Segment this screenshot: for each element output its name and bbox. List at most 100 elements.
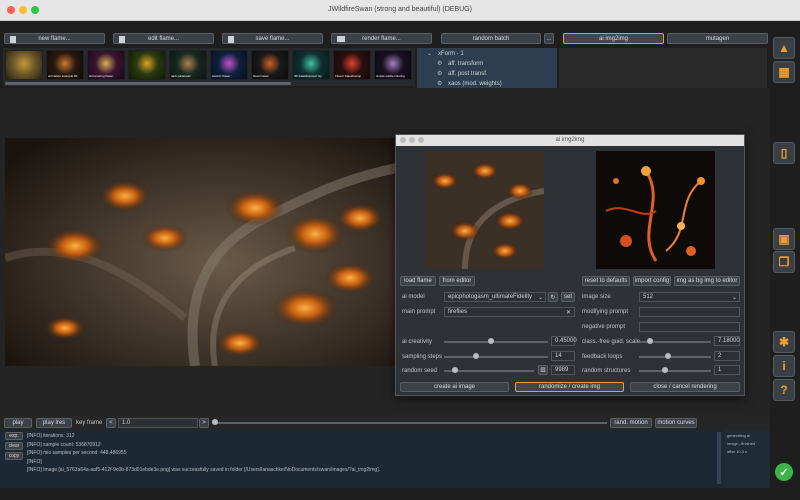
random-structures-label: random structures	[582, 368, 631, 374]
copy-log-button[interactable]: copy	[5, 452, 23, 460]
ai-img2img-button[interactable]: ai img2img	[563, 33, 664, 44]
random-structures-value[interactable]: 1	[714, 365, 740, 375]
image-folder-icon[interactable]: ▣	[773, 228, 795, 250]
random-seed-slider[interactable]	[444, 367, 534, 373]
randomize-create-button[interactable]: randomize / create img	[515, 382, 624, 392]
tree-item[interactable]: ⚙ aff. transform	[437, 60, 483, 67]
random-structures-knob[interactable]	[662, 367, 668, 373]
source-image	[425, 151, 544, 269]
thumbnail-label: dark paramatic	[171, 74, 191, 78]
from-editor-button[interactable]: from editor	[439, 276, 475, 286]
next-keyframe-button[interactable]: >	[199, 418, 209, 428]
prev-keyframe-button[interactable]: <	[106, 418, 116, 428]
motion-curves-button[interactable]: motion curves	[655, 418, 697, 428]
img-as-bg-button[interactable]: img as bg img to editor	[674, 276, 740, 286]
sampling-steps-label: sampling steps	[402, 354, 443, 360]
sampling-steps-value[interactable]: 14	[551, 351, 575, 361]
dialog-title-bar: ai img2img	[396, 135, 744, 146]
cfg-scale-knob[interactable]	[647, 338, 653, 344]
feedback-loops-knob[interactable]	[665, 353, 671, 359]
ai-creativity-knob[interactable]	[488, 338, 494, 344]
help-icon[interactable]: ?	[773, 379, 795, 401]
tree-item[interactable]: ⚙ xaos (mod. weights)	[437, 80, 502, 87]
modifying-prompt-input[interactable]	[639, 307, 740, 317]
gameboy-icon[interactable]: ▯	[773, 142, 795, 164]
gear-icon[interactable]: ✱	[773, 331, 795, 353]
cfg-scale-value[interactable]: 7.18000	[714, 336, 740, 346]
dice-button[interactable]: ⚄	[538, 365, 548, 375]
feedback-loops-slider[interactable]	[639, 353, 711, 359]
import-config-button[interactable]: import config	[633, 276, 671, 286]
window-title: JWildfireSwan (strong and beautiful) (DE…	[328, 6, 472, 13]
ai-model-label: ai model	[402, 294, 425, 300]
sampling-steps-knob[interactable]	[473, 353, 479, 359]
random-seed-value[interactable]: 9989	[551, 365, 575, 375]
generated-image	[596, 151, 715, 269]
ai-creativity-value[interactable]: 0.45000	[551, 336, 577, 346]
grid-icon[interactable]: ▦	[773, 61, 795, 83]
keyframe-slider[interactable]	[212, 419, 607, 425]
transform-icon: ⚙	[437, 61, 443, 67]
tree-item[interactable]: ⚙ aff. post transf.	[437, 70, 488, 77]
keyframe-input[interactable]: 1.0	[118, 418, 198, 428]
random-structures-slider[interactable]	[639, 367, 711, 373]
set-model-button[interactable]: set	[561, 292, 575, 302]
ai-creativity-slider[interactable]	[444, 338, 548, 344]
flame-icon[interactable]: ▲	[773, 37, 795, 59]
refresh-models-button[interactable]: ↻	[548, 292, 558, 302]
status-line: generating ai	[727, 433, 751, 438]
create-ai-image-button[interactable]: create ai image	[400, 382, 509, 392]
ai-model-select[interactable]: epicphotogasm_ultimateFidelity ⌄	[444, 292, 546, 302]
random-batch-button[interactable]: random batch	[441, 33, 541, 44]
play-button[interactable]: play	[4, 418, 32, 428]
mutagen-button[interactable]: mutagen	[667, 33, 768, 44]
tree-item-label: xForm - 1	[438, 51, 464, 57]
thumbnail-label: electric flower	[212, 74, 231, 78]
sampling-steps-slider[interactable]	[444, 353, 548, 359]
tree-item-label: aff. post transf.	[448, 71, 488, 77]
log-scrollbar[interactable]	[717, 432, 721, 484]
thumbnail-item[interactable]: animation example 03	[46, 50, 84, 80]
info-icon[interactable]: i	[773, 355, 795, 377]
clear-log-button[interactable]: clear	[5, 442, 23, 450]
expand-log-button[interactable]: exp.	[5, 432, 23, 440]
clear-icon[interactable]: ✕	[566, 309, 571, 316]
render-flame-button[interactable]: render flame...	[331, 33, 432, 44]
save-flame-button[interactable]: save flame...	[222, 33, 323, 44]
edit-flame-button[interactable]: edit flame...	[113, 33, 214, 44]
thumbnail-item[interactable]: flowermeter	[251, 50, 289, 80]
reset-defaults-button[interactable]: reset to defaults	[582, 276, 630, 286]
copy-image-icon[interactable]: ❐	[773, 251, 795, 273]
thumbnail-label: animation example 03	[48, 74, 78, 78]
load-flame-button[interactable]: load flame	[400, 276, 436, 286]
random-seed-knob[interactable]	[452, 367, 458, 373]
thumbnail-label: simple subtle coloring	[376, 74, 405, 78]
tree-item[interactable]: ⌄ xForm - 1	[427, 50, 464, 57]
thumbnail-item[interactable]: 3D Kaleidoscopic Sp	[292, 50, 330, 80]
thumbnail-scrollbar[interactable]	[5, 82, 291, 85]
main-prompt-input[interactable]: fireflies ✕	[444, 307, 575, 317]
feedback-loops-value[interactable]: 2	[714, 351, 740, 361]
image-size-select[interactable]: 512 ⌄	[639, 292, 740, 302]
negative-prompt-input[interactable]	[639, 322, 740, 332]
thumbnail-item[interactable]: dark paramatic	[169, 50, 207, 80]
thumbnail-item[interactable]	[128, 50, 166, 80]
more-options-button[interactable]: ...	[544, 33, 554, 44]
thumbnail-item[interactable]	[5, 50, 43, 80]
log-line: [INFO] iterations: 312	[27, 433, 75, 439]
thumbnail-item[interactable]: shimmering flower	[87, 50, 125, 80]
play-lres-button[interactable]: play lres	[36, 418, 72, 428]
thumbnail-item[interactable]: electric flower	[210, 50, 248, 80]
expand-icon: ⌄	[427, 51, 433, 57]
cfg-scale-slider[interactable]	[639, 338, 711, 344]
close-cancel-button[interactable]: close / cancel rendering	[630, 382, 740, 392]
thumbnail-item[interactable]: Flower Kaleidoscop	[333, 50, 371, 80]
rand-motion-button[interactable]: rand. motion	[610, 418, 652, 428]
log-line: [INFO] sample count: 536870912	[27, 441, 101, 448]
negative-prompt-label: negative prompt	[582, 324, 626, 330]
new-flame-button[interactable]: new flame...	[4, 33, 105, 44]
log-line: [INFO] Image [ai_5763a64a-aaf5-412f-9c0b…	[27, 467, 380, 473]
thumbnail-item[interactable]: simple subtle coloring	[374, 50, 412, 80]
keyframe-knob[interactable]	[212, 419, 218, 425]
status-line: image...finished	[727, 441, 756, 446]
